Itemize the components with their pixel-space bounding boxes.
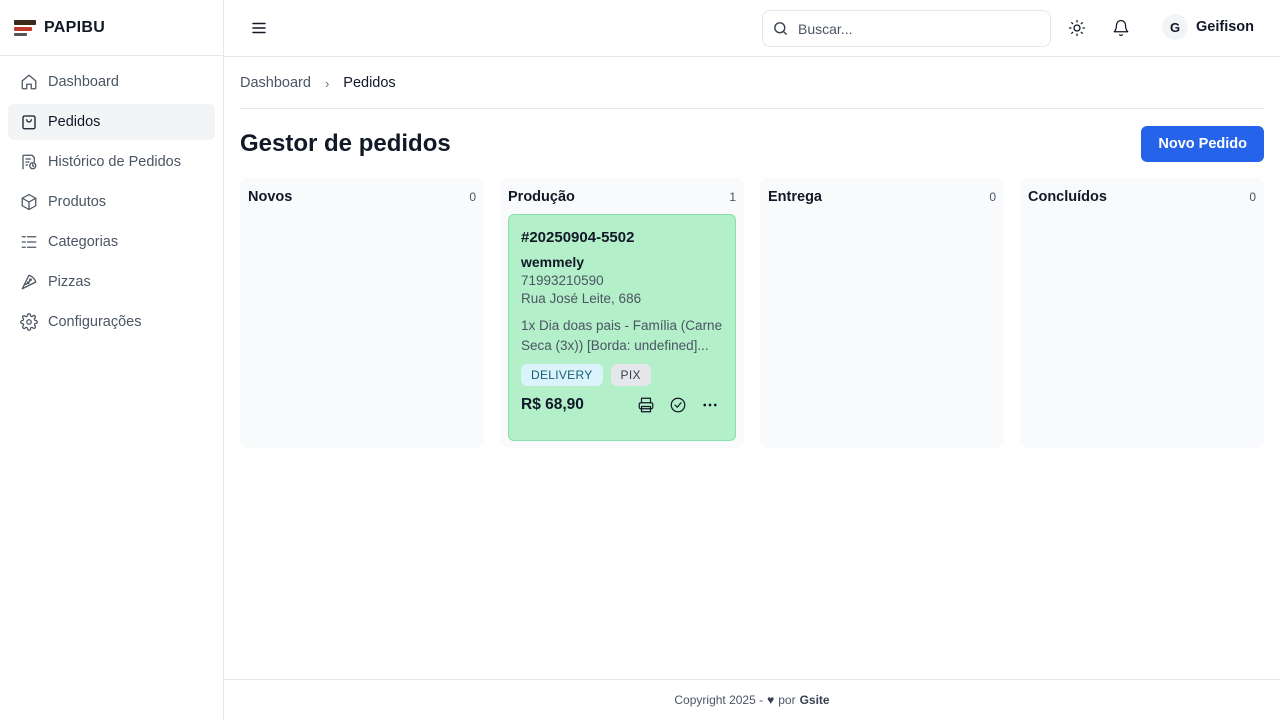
brand[interactable]: PAPIBU (0, 0, 223, 56)
column-concluidos: Concluídos 0 (1020, 178, 1264, 448)
column-producao: Produção 1 #20250904-5502 wemmely 719932… (500, 178, 744, 448)
sidebar-item-produtos[interactable]: Produtos (8, 184, 215, 220)
column-title: Novos (248, 189, 293, 205)
footer-by: por (778, 693, 796, 707)
sidebar-item-label: Dashboard (48, 74, 119, 90)
pizza-icon (21, 274, 37, 290)
payment-badge: PIX (610, 364, 651, 386)
print-button[interactable] (637, 396, 655, 414)
footer: Copyright 2025 - ♥ por Gsite (224, 679, 1280, 720)
breadcrumb-dashboard-link[interactable]: Dashboard (240, 75, 311, 91)
search-box[interactable] (762, 10, 1051, 47)
customer-name: wemmely (521, 254, 585, 270)
column-count: 1 (729, 190, 736, 204)
papibu-logo-icon (14, 19, 36, 37)
hamburger-icon (252, 22, 266, 34)
column-entrega: Entrega 0 (760, 178, 1004, 448)
order-items: 1x Dia doas pais - Família (Carne Seca (… (521, 318, 723, 353)
avatar: G (1162, 14, 1188, 40)
user-menu[interactable]: G Geifison (1162, 14, 1254, 40)
order-actions (637, 396, 719, 414)
sidebar-item-pizzas[interactable]: Pizzas (8, 264, 215, 300)
customer-address: Rua José Leite, 686 (521, 291, 642, 306)
order-card[interactable]: #20250904-5502 wemmely 71993210590 Rua J… (508, 214, 736, 441)
chevron-right-icon: › (324, 75, 330, 91)
order-badges: DELIVERY PIX (521, 364, 723, 386)
sidebar-item-historico[interactable]: Histórico de Pedidos (8, 144, 215, 180)
sidebar-item-label: Histórico de Pedidos (48, 154, 181, 170)
shopping-bag-icon (22, 115, 36, 130)
sidebar-item-pedidos[interactable]: Pedidos (8, 104, 215, 140)
brand-name: PAPIBU (44, 18, 106, 36)
column-count: 0 (989, 190, 996, 204)
new-order-button[interactable]: Novo Pedido (1141, 126, 1264, 162)
search-icon (774, 22, 787, 35)
sidebar-item-configuracoes[interactable]: Configurações (8, 304, 215, 340)
customer-phone: 71993210590 (521, 273, 604, 288)
more-options-button[interactable] (701, 396, 719, 414)
search-input[interactable] (798, 20, 1028, 37)
sun-icon (1068, 19, 1086, 37)
order-id: #20250904-5502 (521, 229, 635, 246)
gear-icon (20, 313, 38, 331)
home-icon (21, 74, 37, 90)
breadcrumb: Dashboard › Pedidos (240, 75, 396, 91)
column-novos: Novos 0 (240, 178, 484, 448)
complete-button[interactable] (669, 396, 687, 414)
footer-copyright: Copyright 2025 - (674, 693, 764, 707)
box-icon (21, 193, 37, 211)
sidebar-item-label: Pizzas (48, 274, 91, 290)
column-title: Entrega (768, 189, 822, 205)
printer-icon (638, 397, 654, 413)
sidebar-item-label: Pedidos (48, 114, 101, 130)
list-icon (21, 236, 37, 248)
top-header: G Geifison (224, 0, 1280, 57)
user-name: Geifison (1196, 19, 1255, 35)
sidebar: PAPIBU Dashboard Pedidos Histórico de Pe… (0, 0, 224, 720)
sidebar-item-dashboard[interactable]: Dashboard (8, 64, 215, 100)
column-count: 0 (469, 190, 476, 204)
column-title: Concluídos (1028, 189, 1107, 205)
delivery-badge: DELIVERY (521, 364, 603, 386)
sidebar-item-categorias[interactable]: Categorias (8, 224, 215, 260)
bell-icon (1113, 19, 1129, 37)
sidebar-item-label: Categorias (48, 234, 119, 250)
theme-toggle-button[interactable] (1068, 19, 1086, 37)
footer-brand-link[interactable]: Gsite (800, 693, 830, 707)
sidebar-nav: Dashboard Pedidos Histórico de Pedidos P… (0, 56, 223, 352)
main-content: Dashboard › Pedidos Gestor de pedidos No… (224, 57, 1280, 679)
column-count: 0 (1249, 190, 1256, 204)
check-circle-icon (670, 397, 686, 413)
heart-icon: ♥ (767, 693, 775, 707)
menu-toggle-button[interactable] (250, 19, 268, 37)
kanban-board: Novos 0 Produção 1 #20250904-5502 wemmel… (240, 178, 1264, 448)
sidebar-item-label: Configurações (48, 314, 142, 330)
page-title: Gestor de pedidos (240, 130, 451, 157)
order-total: R$ 68,90 (521, 396, 584, 413)
more-horizontal-icon (703, 403, 717, 407)
breadcrumb-current: Pedidos (343, 75, 396, 91)
column-title: Produção (508, 189, 575, 205)
notifications-button[interactable] (1112, 19, 1130, 37)
receipt-history-icon (22, 154, 37, 170)
divider (240, 108, 1264, 109)
sidebar-item-label: Produtos (48, 194, 107, 210)
